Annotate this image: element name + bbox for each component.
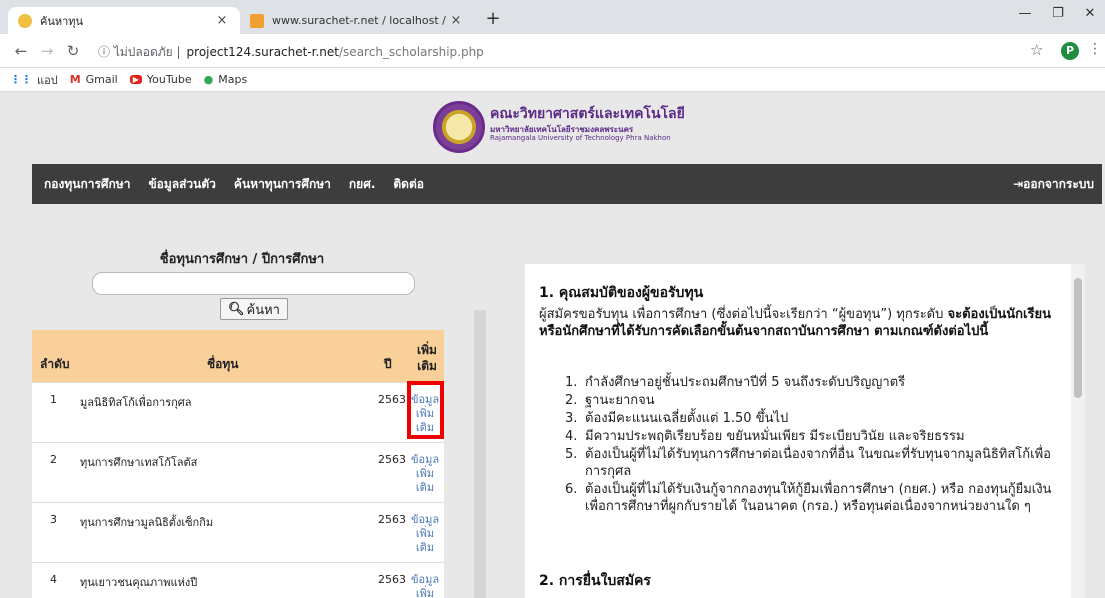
cell-no: 2	[50, 453, 57, 466]
intro-text: ผู้สมัครขอรับทุน เพื่อการศึกษา (ซึ่งต่อไ…	[539, 307, 948, 322]
bookmark-apps[interactable]: ⋮⋮ แอป	[10, 71, 58, 89]
list-item: 2. ฐานะยากจน	[565, 393, 655, 408]
cell-no: 1	[50, 393, 57, 406]
cell-name: ทุนการศึกษาเทสโก้โลตัส	[80, 456, 198, 469]
logout-icon: ⇥	[1013, 177, 1024, 191]
bookmark-maps[interactable]: ● Maps	[204, 73, 248, 86]
gmail-icon: M	[69, 73, 81, 86]
bookmark-star-icon[interactable]: ☆	[1030, 41, 1043, 59]
cell-name: ทุนการศึกษามูลนิธิตั้งเซ็กกิม	[80, 516, 214, 529]
cell-year: 2563	[378, 573, 406, 586]
cell-name: มูลนิธิทิสโก้เพื่อการกุศล	[80, 396, 192, 409]
page-content: คณะวิทยาศาสตร์และเทคโนโลยี มหาวิทยาลัยเท…	[0, 92, 1105, 598]
application-heading: 2. การยื่นใบสมัคร	[539, 573, 651, 589]
scholarship-table: ลำดับ ชื่อทุน ปี เพิ่มเติม 1 มูลนิธิทิสโ…	[32, 330, 444, 598]
menu-kebab-icon[interactable]: ⋮	[1088, 41, 1102, 57]
bookmark-label: Gmail	[85, 73, 118, 86]
back-arrow-icon[interactable]: ←	[10, 40, 32, 62]
nav-item-contact[interactable]: ติดต่อ	[393, 175, 424, 194]
cell-year: 2563	[378, 453, 406, 466]
col-header-year: ปี	[384, 357, 392, 371]
maximize-button[interactable]: ❐	[1043, 3, 1073, 25]
table-header: ลำดับ ชื่อทุน ปี เพิ่มเติม	[32, 330, 444, 382]
tab-title: www.surachet-r.net / localhost /	[272, 14, 446, 27]
minimize-button[interactable]: —	[1010, 3, 1040, 25]
detail-scrollbar[interactable]	[1071, 264, 1085, 598]
table-scrollbar[interactable]	[474, 310, 486, 598]
nav-item-profile[interactable]: ข้อมูลส่วนตัว	[148, 175, 215, 194]
list-item: 4. มีความประพฤติเรียบร้อย ขยันหมั่นเพียร …	[565, 429, 965, 444]
table-row: 1 มูลนิธิทิสโก้เพื่อการกุศล 2563 ข้อมูลเ…	[32, 381, 444, 442]
site-favicon-icon	[18, 13, 32, 28]
nav-item-scholarship-fund[interactable]: กองทุนการศึกษา	[44, 175, 130, 194]
nav-item-student-loan[interactable]: กยศ.	[349, 175, 375, 194]
search-button[interactable]: 🔍︎ ค้นหา	[220, 298, 288, 320]
more-info-link[interactable]: ข้อมูลเพิ่มเติม	[410, 573, 440, 598]
nav-item-search-scholarship[interactable]: ค้นหาทุนการศึกษา	[234, 175, 331, 194]
list-item: 6. ต้องเป็นผู้ที่ไม่ได้รับเงินกู้จากกองทุ…	[565, 482, 1052, 514]
list-item: 5. ต้องเป็นผู้ที่ไม่ได้รับทุนการศึกษาต่อเ…	[565, 447, 1051, 479]
tab-strip: ค้นหาทุน × www.surachet-r.net / localhos…	[0, 0, 1105, 34]
university-name-en: Rajamangala University of Technology Phr…	[490, 134, 671, 142]
url-host: project124.surachet-r.net	[186, 45, 340, 59]
cell-no: 4	[50, 573, 57, 586]
phpmyadmin-favicon-icon	[250, 13, 264, 28]
close-tab-icon[interactable]: ×	[448, 13, 464, 28]
cell-year: 2563	[378, 393, 406, 406]
list-item: 3. ต้องมีคะแนนเฉลี่ยตั้งแต่ 1.50 ขึ้นไป	[565, 411, 789, 426]
bookmark-youtube[interactable]: ▶ YouTube	[129, 73, 192, 86]
tab-title: ค้นหาทุน	[40, 14, 84, 28]
col-header-more: เพิ่มเติม	[417, 343, 437, 373]
security-indicator[interactable]: ⓘ ไม่ปลอดภัย |	[98, 43, 181, 62]
logout-link[interactable]: ⇥ออกจากระบบ	[1013, 175, 1094, 194]
address-bar: ← → ↻ ⓘ ไม่ปลอดภัย | project124.surachet…	[0, 34, 1105, 68]
close-tab-icon[interactable]: ×	[214, 13, 230, 28]
scholarship-detail-panel: 1. คุณสมบัติของผู้ขอรับทุน ผู้สมัครขอรับ…	[525, 264, 1085, 598]
profile-avatar[interactable]: P	[1061, 42, 1079, 60]
site-header: คณะวิทยาศาสตร์และเทคโนโลยี มหาวิทยาลัยเท…	[0, 92, 1105, 164]
logout-label: ออกจากระบบ	[1023, 177, 1094, 191]
window-close-button[interactable]: ✕	[1075, 3, 1105, 25]
cell-name: ทุนเยาวชนคุณภาพแห่งปี	[80, 576, 198, 589]
apps-grid-icon: ⋮⋮	[10, 73, 32, 86]
list-item: 1. กำลังศึกษาอยู่ชั้นประถมศึกษาปีที่ 5 จน…	[565, 375, 906, 390]
table-row: 2 ทุนการศึกษาเทสโก้โลตัส 2563 ข้อมูลเพิ่…	[32, 442, 444, 502]
maps-pin-icon: ●	[203, 73, 214, 86]
bookmark-gmail[interactable]: M Gmail	[70, 73, 118, 86]
faculty-logo	[433, 101, 485, 153]
url-path: /search_scholarship.php	[339, 45, 484, 59]
bookmark-label: แอป	[37, 73, 58, 87]
cell-year: 2563	[378, 513, 406, 526]
bookmark-label: Maps	[218, 73, 248, 86]
search-input[interactable]	[92, 272, 415, 295]
new-tab-button[interactable]: +	[480, 7, 506, 33]
col-header-name: ชื่อทุน	[207, 357, 239, 371]
tab-phpmyadmin[interactable]: www.surachet-r.net / localhost / ×	[240, 7, 474, 34]
more-info-link[interactable]: ข้อมูลเพิ่มเติม	[410, 513, 440, 555]
search-panel: ชื่อทุนการศึกษา / ปีการศึกษา 🔍︎ ค้นหา ลำ…	[32, 204, 492, 598]
faculty-title: คณะวิทยาศาสตร์และเทคโนโลยี	[490, 106, 685, 122]
qualification-list: 1. กำลังศึกษาอยู่ชั้นประถมศึกษาปีที่ 5 จน…	[565, 374, 1055, 516]
cell-no: 3	[50, 513, 57, 526]
url-input[interactable]: ⓘ ไม่ปลอดภัย | project124.surachet-r.net…	[98, 42, 658, 62]
bookmarks-bar: ⋮⋮ แอป M Gmail ▶ YouTube ● Maps	[0, 68, 1105, 92]
bookmark-label: YouTube	[146, 73, 192, 86]
search-icon: 🔍︎	[228, 301, 245, 317]
tab-search-scholarship[interactable]: ค้นหาทุน ×	[8, 7, 240, 34]
qualification-heading: 1. คุณสมบัติของผู้ขอรับทุน	[539, 285, 704, 301]
col-header-no: ลำดับ	[40, 357, 70, 371]
highlight-box	[407, 381, 444, 439]
youtube-icon: ▶	[129, 75, 142, 84]
scroll-thumb[interactable]	[1074, 278, 1082, 398]
more-info-link[interactable]: ข้อมูลเพิ่มเติม	[410, 453, 440, 495]
search-label: ชื่อทุนการศึกษา / ปีการศึกษา	[159, 252, 325, 267]
search-button-label: ค้นหา	[246, 302, 280, 318]
forward-arrow-icon[interactable]: →	[36, 40, 58, 62]
table-row: 3 ทุนการศึกษามูลนิธิตั้งเซ็กกิม 2563 ข้อ…	[32, 502, 444, 562]
reload-icon[interactable]: ↻	[62, 40, 84, 62]
qualification-intro: ผู้สมัครขอรับทุน เพื่อการศึกษา (ซึ่งต่อไ…	[539, 306, 1059, 340]
table-row: 4 ทุนเยาวชนคุณภาพแห่งปี 2563 ข้อมูลเพิ่ม…	[32, 562, 444, 598]
main-navbar: กองทุนการศึกษา ข้อมูลส่วนตัว ค้นหาทุนการ…	[32, 164, 1102, 204]
